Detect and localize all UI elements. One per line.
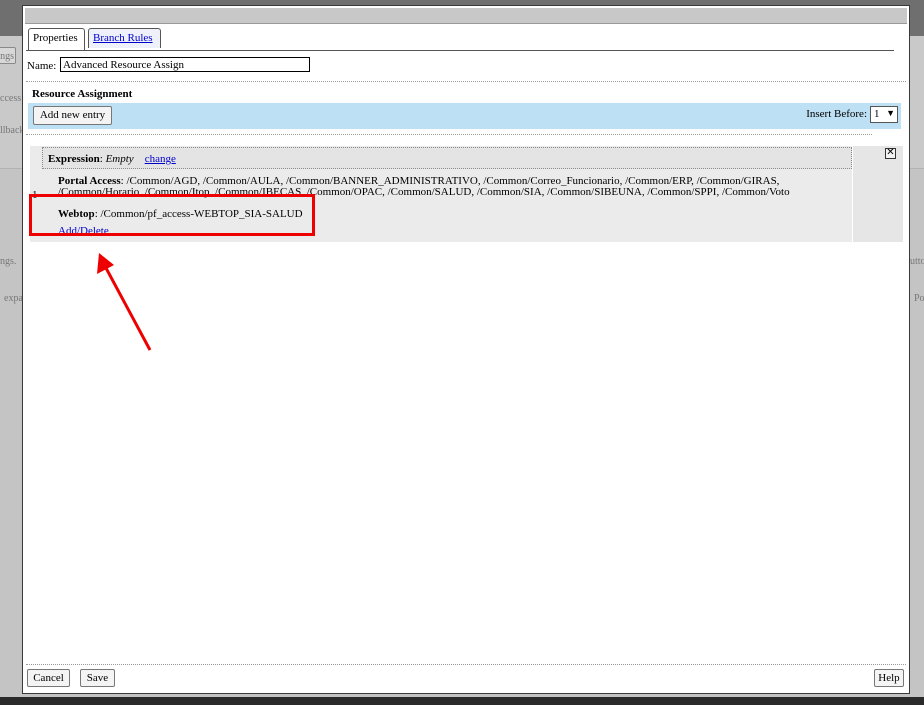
name-label: Name:	[27, 60, 57, 72]
background-button: ngs	[0, 47, 16, 64]
save-button[interactable]: Save	[80, 669, 115, 687]
properties-dialog: Properties Branch Rules Name: Resource A…	[22, 5, 910, 694]
help-button[interactable]: Help	[874, 669, 904, 687]
divider	[26, 81, 906, 82]
background-text: Po	[914, 293, 924, 304]
insert-before-value: 1	[874, 108, 880, 120]
change-link[interactable]: change	[145, 153, 176, 165]
expression-label: Expression	[48, 153, 100, 165]
resource-assignment-title: Resource Assignment	[32, 88, 133, 100]
insert-before-select[interactable]: 1 ▼	[870, 106, 898, 123]
name-input[interactable]	[60, 57, 310, 72]
tab-branch-rules[interactable]: Branch Rules	[88, 28, 161, 48]
expression-bar: Expression: Empty change	[42, 147, 852, 169]
background-text: utto	[910, 256, 924, 267]
expression-text: Expression: Empty change	[48, 153, 176, 165]
divider	[26, 134, 872, 135]
chevron-down-icon: ▼	[886, 108, 895, 118]
expression-value: Empty	[105, 153, 134, 165]
background-text: expa	[4, 293, 23, 304]
dialog-titlebar[interactable]	[25, 8, 907, 24]
insert-before-label: Insert Before:	[806, 108, 867, 120]
highlight-box	[29, 194, 315, 236]
cancel-button[interactable]: Cancel	[27, 669, 70, 687]
tab-properties[interactable]: Properties	[28, 28, 85, 51]
entry-action-column	[852, 146, 903, 242]
resource-toolbar: Add new entry Insert Before: 1 ▼	[28, 103, 901, 129]
tab-divider	[26, 50, 894, 51]
background-text: ngs.	[0, 256, 17, 267]
background-text: ccess	[0, 93, 22, 104]
tab-branch-rules-label[interactable]: Branch Rules	[93, 32, 153, 44]
background-text: llback	[0, 125, 25, 136]
close-icon[interactable]: ✕	[885, 148, 896, 159]
background-footer	[0, 697, 924, 705]
footer-divider	[26, 664, 906, 665]
add-new-entry-button[interactable]: Add new entry	[33, 106, 112, 125]
